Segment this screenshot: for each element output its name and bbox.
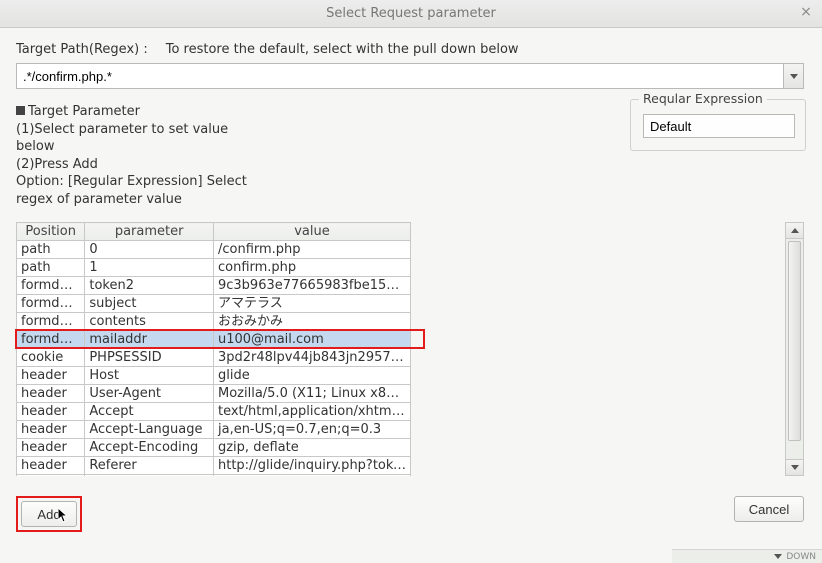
parameter-table-wrap: Position parameter value path0/confirm.p… <box>16 222 804 476</box>
cell-value: /confirm.php <box>213 241 410 259</box>
cell-position: header <box>17 367 85 385</box>
cell-parameter: token2 <box>85 277 214 295</box>
bullet-icon <box>16 106 25 115</box>
cell-value: text/html,application/xhtml+... <box>213 403 410 421</box>
scroll-down-button[interactable] <box>786 459 803 475</box>
table-row[interactable]: headerContent-Typemultipart/form-data; b… <box>17 475 411 477</box>
table-row[interactable]: formdatamailaddru100@mail.com <box>17 331 411 349</box>
col-parameter[interactable]: parameter <box>85 223 214 241</box>
regex-group: Reqular Expression <box>630 99 806 151</box>
cell-position: path <box>17 259 85 277</box>
chevron-down-icon <box>791 465 799 470</box>
cell-parameter: Accept-Encoding <box>85 439 214 457</box>
cell-position: header <box>17 421 85 439</box>
table-row[interactable]: headerAccepttext/html,application/xhtml+… <box>17 403 411 421</box>
chevron-down-icon <box>790 74 798 79</box>
cell-parameter: PHPSESSID <box>85 349 214 367</box>
cell-parameter: 1 <box>85 259 214 277</box>
titlebar: Select Request parameter × <box>0 0 822 28</box>
cell-parameter: Content-Type <box>85 475 214 477</box>
add-button-highlight: Add <box>16 496 82 532</box>
cell-parameter: Host <box>85 367 214 385</box>
cell-value: u100@mail.com <box>213 331 410 349</box>
scroll-thumb[interactable] <box>788 241 801 441</box>
chevron-down-icon <box>774 554 782 559</box>
parameter-table[interactable]: Position parameter value path0/confirm.p… <box>16 222 411 476</box>
window-title: Select Request parameter <box>326 6 496 21</box>
cell-value: confirm.php <box>213 259 410 277</box>
cell-position: header <box>17 457 85 475</box>
regex-input[interactable] <box>644 115 822 137</box>
cell-position: path <box>17 241 85 259</box>
cell-value: ja,en-US;q=0.7,en;q=0.3 <box>213 421 410 439</box>
scroll-up-button[interactable] <box>786 223 803 239</box>
table-row[interactable]: formdatatoken29c3b963e77665983fbe15ea... <box>17 277 411 295</box>
cell-parameter: User-Agent <box>85 385 214 403</box>
target-path-hint: To restore the default, select with the … <box>166 42 519 57</box>
cancel-button[interactable]: Cancel <box>734 496 804 522</box>
table-row[interactable]: path1confirm.php <box>17 259 411 277</box>
cell-parameter: Accept-Language <box>85 421 214 439</box>
instructions-heading: Target Parameter <box>28 104 140 119</box>
table-row[interactable]: headerHostglide <box>17 367 411 385</box>
cell-position: header <box>17 475 85 477</box>
cell-value: アマテラス <box>213 295 410 313</box>
instructions-line: below <box>16 138 247 156</box>
cell-value: Mozilla/5.0 (X11; Linux x86_... <box>213 385 410 403</box>
table-row[interactable]: path0/confirm.php <box>17 241 411 259</box>
table-row[interactable]: headerAccept-Encodinggzip, deflate <box>17 439 411 457</box>
cell-position: formdata <box>17 277 85 295</box>
instructions-line: (1)Select parameter to set value <box>16 121 247 139</box>
target-path-combo[interactable] <box>16 63 804 89</box>
instructions-line: Option: [Regular Expression] Select <box>16 173 247 191</box>
chevron-up-icon <box>791 228 799 233</box>
cell-value: 3pd2r48lpv44jb843jn2957bk5 <box>213 349 410 367</box>
close-icon[interactable]: × <box>798 4 814 20</box>
cell-position: header <box>17 403 85 421</box>
cell-parameter: contents <box>85 313 214 331</box>
target-path-dropdown-button[interactable] <box>783 64 803 88</box>
instructions-block: Target Parameter (1)Select parameter to … <box>16 103 247 208</box>
table-row[interactable]: cookiePHPSESSID3pd2r48lpv44jb843jn2957bk… <box>17 349 411 367</box>
table-row[interactable]: formdatacontentsおおみかみ <box>17 313 411 331</box>
cell-value: glide <box>213 367 410 385</box>
cell-parameter: Accept <box>85 403 214 421</box>
table-header-row: Position parameter value <box>17 223 411 241</box>
cell-position: formdata <box>17 295 85 313</box>
footer-strip: DOWN <box>672 549 822 563</box>
cell-value: 9c3b963e77665983fbe15ea... <box>213 277 410 295</box>
target-path-label: Target Path(Regex) : <box>16 42 148 57</box>
table-row[interactable]: headerUser-AgentMozilla/5.0 (X11; Linux … <box>17 385 411 403</box>
cell-parameter: 0 <box>85 241 214 259</box>
cell-position: formdata <box>17 313 85 331</box>
cell-position: formdata <box>17 331 85 349</box>
target-path-input[interactable] <box>17 64 783 88</box>
instructions-line: regex of parameter value <box>16 191 247 209</box>
instructions-line: (2)Press Add <box>16 156 247 174</box>
cell-value: gzip, deflate <box>213 439 410 457</box>
cell-value: おおみかみ <box>213 313 410 331</box>
col-position[interactable]: Position <box>17 223 85 241</box>
col-value[interactable]: value <box>213 223 410 241</box>
cell-position: cookie <box>17 349 85 367</box>
regex-combo[interactable] <box>643 114 795 138</box>
table-row[interactable]: formdatasubjectアマテラス <box>17 295 411 313</box>
cell-value: http://glide/inquiry.php?toke... <box>213 457 410 475</box>
cell-parameter: subject <box>85 295 214 313</box>
table-row[interactable]: headerRefererhttp://glide/inquiry.php?to… <box>17 457 411 475</box>
vertical-scrollbar[interactable] <box>786 222 804 476</box>
cell-parameter: mailaddr <box>85 331 214 349</box>
table-row[interactable]: headerAccept-Languageja,en-US;q=0.7,en;q… <box>17 421 411 439</box>
cell-position: header <box>17 439 85 457</box>
add-button[interactable]: Add <box>21 501 77 527</box>
cell-position: header <box>17 385 85 403</box>
cell-value: multipart/form-data; bounda... <box>213 475 410 477</box>
regex-legend: Reqular Expression <box>639 91 767 106</box>
cell-parameter: Referer <box>85 457 214 475</box>
footer-text: DOWN <box>786 552 816 562</box>
